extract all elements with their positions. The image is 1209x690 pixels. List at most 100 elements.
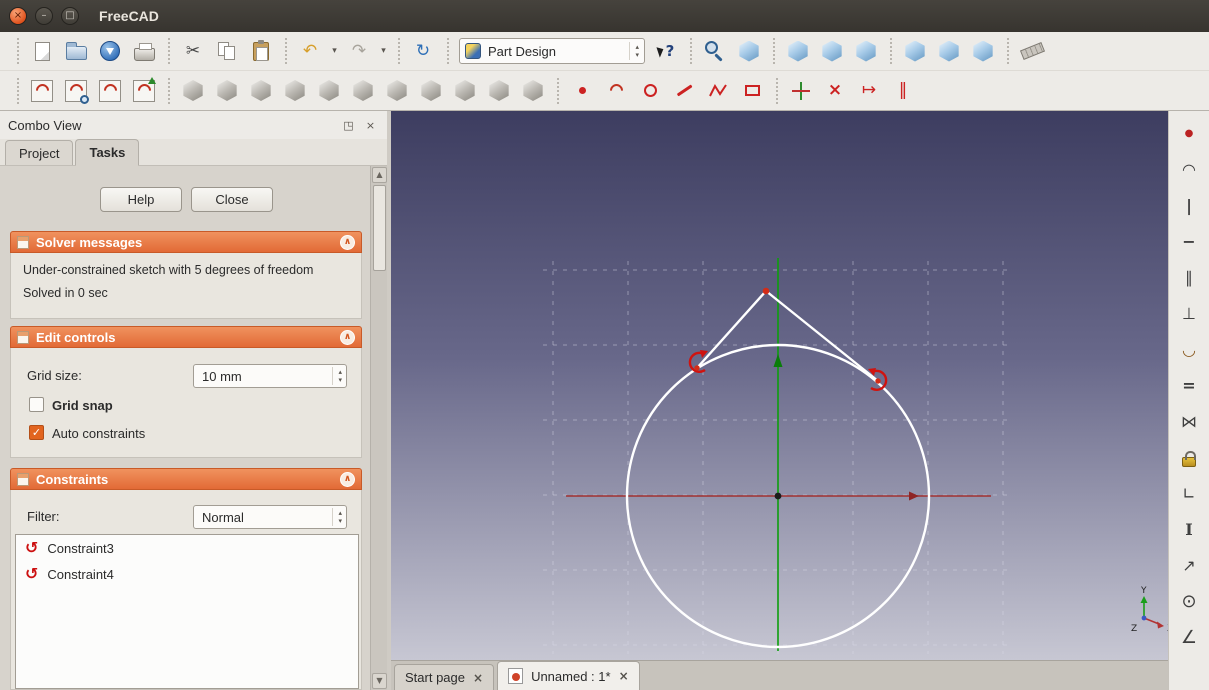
toolbar-grip[interactable] [687,38,694,64]
axonometric-view-button[interactable] [732,35,766,67]
collapse-section-button[interactable]: ∧ [340,329,355,345]
panel-float-button[interactable]: ◳ [340,117,357,134]
solver-messages-header[interactable]: Solver messages ∧ [10,231,362,253]
grid-snap-checkbox[interactable] [29,397,44,412]
close-task-button[interactable]: Close [191,187,273,212]
measure-button[interactable] [1015,35,1049,67]
redo-button[interactable]: ↷ [342,35,376,67]
leave-sketch-button[interactable] [127,75,161,107]
scrollbar-thumb[interactable] [373,185,386,271]
origin-point[interactable] [774,492,782,500]
constrain-coincident-button[interactable]: ● [1176,121,1203,147]
refresh-button[interactable]: ↻ [406,35,440,67]
toolbar-grip[interactable] [165,77,172,104]
mirrored-button[interactable] [448,75,482,107]
edit-controls-header[interactable]: Edit controls ∧ [10,326,362,348]
toolbar-grip[interactable] [282,38,289,64]
sketch-circle-button[interactable] [633,75,667,107]
front-view-button[interactable] [781,35,815,67]
constrain-radius-button[interactable]: ⊙ [1176,589,1203,615]
sketch-canvas[interactable]: Y X Z [391,111,1168,660]
copy-button[interactable] [210,35,244,67]
constrain-symmetric-button[interactable]: ⋈ [1176,409,1203,435]
constrain-vertical-distance-button[interactable]: I [1176,517,1203,543]
constrain-parallel-button[interactable]: ∥ [1176,265,1203,291]
groove-button[interactable] [278,75,312,107]
sketch-polyline-button[interactable] [701,75,735,107]
map-sketch-button[interactable] [93,75,127,107]
print-button[interactable] [127,35,161,67]
new-sketch-button[interactable] [25,75,59,107]
constrain-tangent-button[interactable]: ◡ [1176,337,1203,363]
collapse-section-button[interactable]: ∧ [340,234,355,250]
whats-this-button[interactable]: ? [649,35,683,67]
list-item[interactable]: ↺ Constraint4 [16,561,358,587]
split-button[interactable]: ‖ [886,75,920,107]
constrain-block-button[interactable]: ∟ [1176,481,1203,507]
undo-dropdown-button[interactable]: ▾ [327,35,342,67]
toolbar-grip[interactable] [773,77,780,104]
sketch-line-right[interactable] [764,289,880,383]
sketch-rectangle-button[interactable] [735,75,769,107]
extend-button[interactable]: ↦ [852,75,886,107]
tab-unnamed-document[interactable]: Unnamed : 1* × [497,661,640,690]
sketch-vertex-right[interactable] [875,378,881,384]
top-view-button[interactable] [815,35,849,67]
tab-tasks[interactable]: Tasks [75,139,140,166]
toolbar-grip[interactable] [14,77,21,104]
sketch-line-button[interactable] [667,75,701,107]
draft-button[interactable] [380,75,414,107]
tab-project[interactable]: Project [5,140,74,165]
cut-button[interactable]: ✂ [176,35,210,67]
window-close-button[interactable]: × [9,7,27,25]
tab-close-button[interactable]: × [473,672,483,684]
toolbar-grip[interactable] [395,38,402,64]
grid-size-select[interactable]: 10 mm ▴ ▾ [193,364,347,388]
rear-view-button[interactable] [898,35,932,67]
view-sketch-button[interactable] [59,75,93,107]
constrain-angle-button[interactable]: ∠ [1176,625,1203,651]
thickness-button[interactable] [414,75,448,107]
undo-button[interactable]: ↶ [293,35,327,67]
auto-constraints-checkbox[interactable]: ✓ [29,425,44,440]
constrain-lock-button[interactable] [1176,445,1203,471]
fillet-button[interactable] [312,75,346,107]
right-view-button[interactable] [849,35,883,67]
constrain-perpendicular-button[interactable]: ⊥ [1176,301,1203,327]
new-document-button[interactable] [25,35,59,67]
help-button[interactable]: Help [100,187,182,212]
fit-all-button[interactable] [698,35,732,67]
redo-dropdown-button[interactable]: ▾ [376,35,391,67]
polar-pattern-button[interactable] [516,75,550,107]
toolbar-grip[interactable] [770,38,777,64]
constrain-horizontal-button[interactable]: − [1176,229,1203,255]
coordinate-button[interactable] [784,75,818,107]
toolbar-grip[interactable] [554,77,561,104]
window-minimize-button[interactable]: – [35,7,53,25]
pad-button[interactable] [176,75,210,107]
sketch-vertex-apex[interactable] [762,287,770,295]
toolbar-grip[interactable] [444,38,451,64]
panel-scrollbar[interactable]: ▲ ▼ [370,166,387,690]
workbench-selector[interactable]: Part Design ▴ ▾ [459,38,645,64]
pocket-button[interactable] [210,75,244,107]
collapse-section-button[interactable]: ∧ [340,471,355,487]
constrain-equal-button[interactable]: = [1176,373,1203,399]
constrain-distance-button[interactable]: ↗ [1176,553,1203,579]
panel-close-button[interactable]: × [362,117,379,134]
toolbar-grip[interactable] [14,38,21,64]
tab-close-button[interactable]: × [619,670,629,682]
sketch-arc-button[interactable] [599,75,633,107]
left-view-button[interactable] [966,35,1000,67]
toolbar-grip[interactable] [165,38,172,64]
list-item[interactable]: ↺ Constraint3 [16,535,358,561]
constrain-point-on-object-button[interactable]: ◠ [1176,157,1203,183]
sketch-vertex-left[interactable] [694,365,700,371]
revolution-button[interactable] [244,75,278,107]
paste-button[interactable] [244,35,278,67]
filter-select[interactable]: Normal ▴ ▾ [193,505,347,529]
window-maximize-button[interactable]: □ [61,7,79,25]
toolbar-grip[interactable] [1004,38,1011,64]
save-button[interactable] [93,35,127,67]
linear-pattern-button[interactable] [482,75,516,107]
